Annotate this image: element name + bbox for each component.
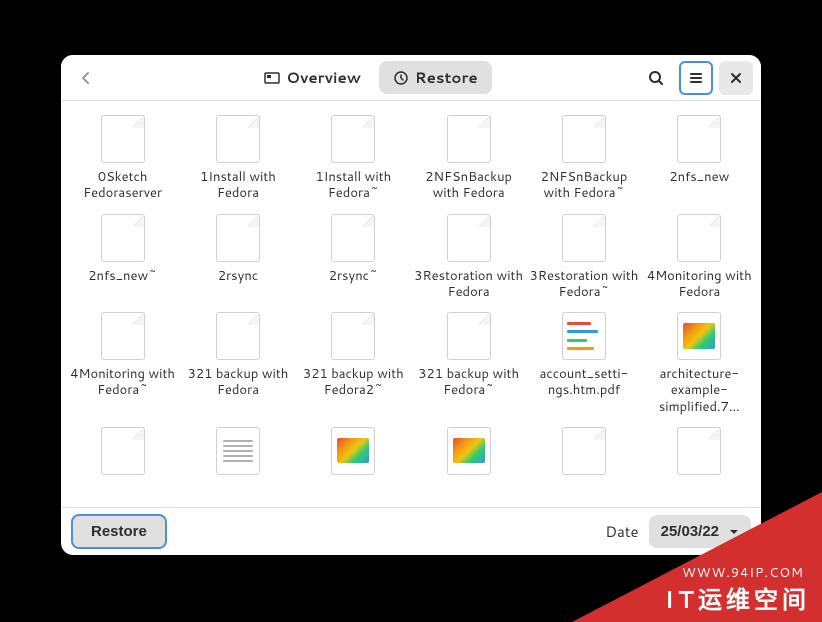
generic-file-icon [447, 214, 491, 262]
file-label: 0Sketch Fedoraserver [68, 169, 178, 202]
generic-file-icon [101, 427, 145, 475]
close-icon [730, 72, 742, 84]
file-label: 321 backup with Fedora [183, 366, 293, 399]
generic-file-icon [216, 115, 260, 163]
generic-file-icon [562, 115, 606, 163]
file-label: 4Monitoring with Fedora~ [68, 366, 178, 399]
back-button[interactable] [69, 61, 103, 95]
generic-file-icon [447, 312, 491, 360]
file-item[interactable] [296, 423, 411, 485]
file-label: 3Restoration with Fedora [414, 268, 524, 301]
restore-button[interactable]: Restore [71, 514, 167, 549]
file-item[interactable] [411, 423, 526, 485]
menu-button[interactable] [679, 61, 713, 95]
file-item[interactable]: 4Monitoring with Fedora~ [65, 308, 180, 419]
generic-file-icon [331, 115, 375, 163]
generic-file-icon [331, 214, 375, 262]
file-label: 2nfs_new [669, 169, 729, 185]
generic-file-icon [447, 115, 491, 163]
file-item[interactable]: 4Monitoring with Fedora [642, 210, 757, 305]
pdf-file-icon [562, 312, 606, 360]
date-value: 25/03/22 [661, 523, 719, 540]
generic-file-icon [101, 115, 145, 163]
watermark-title: IT运维空间 [664, 580, 810, 616]
generic-file-icon [677, 214, 721, 262]
generic-file-icon [562, 214, 606, 262]
view-tabs: Overview Restore [250, 61, 491, 94]
file-label: architecture-example-simplified.7… [644, 366, 754, 415]
tab-restore-label: Restore [415, 67, 478, 88]
file-item[interactable]: 1Install with Fedora~ [296, 111, 411, 206]
file-item[interactable]: 2nfs_new [642, 111, 757, 206]
file-item[interactable]: 1Install with Fedora [180, 111, 295, 206]
generic-file-icon [562, 427, 606, 475]
file-label: account_setti-ngs.htm.pdf [529, 366, 639, 399]
chevron-down-icon [729, 529, 739, 535]
text-file-icon [216, 427, 260, 475]
file-item[interactable] [642, 423, 757, 485]
generic-file-icon [331, 312, 375, 360]
file-label: 3Restoration with Fedora~ [529, 268, 639, 301]
file-label: 2rsync~ [329, 268, 378, 284]
generic-file-icon [216, 214, 260, 262]
search-icon [648, 70, 664, 86]
image-file-icon [331, 427, 375, 475]
file-item[interactable]: 3Restoration with Fedora [411, 210, 526, 305]
file-label: 2NFSnBackup with Fedora~ [529, 169, 639, 202]
file-item[interactable]: 2NFSnBackup with Fedora~ [526, 111, 641, 206]
file-label: 321 backup with Fedora~ [414, 366, 524, 399]
restore-icon [393, 70, 409, 86]
file-item[interactable] [65, 423, 180, 485]
tab-overview[interactable]: Overview [250, 61, 375, 94]
tab-overview-label: Overview [286, 67, 361, 88]
file-item[interactable]: account_setti-ngs.htm.pdf [526, 308, 641, 419]
file-label: 1Install with Fedora~ [298, 169, 408, 202]
bottombar: Restore Date 25/03/22 [61, 507, 761, 555]
generic-file-icon [216, 312, 260, 360]
file-item[interactable]: 2NFSnBackup with Fedora [411, 111, 526, 206]
date-picker[interactable]: 25/03/22 [649, 515, 751, 548]
file-item[interactable]: 2rsync~ [296, 210, 411, 305]
backup-restore-window: Overview Restore [61, 55, 761, 555]
file-grid[interactable]: 0Sketch Fedoraserver1Install with Fedora… [61, 101, 761, 507]
search-button[interactable] [639, 61, 673, 95]
generic-file-icon [101, 214, 145, 262]
generic-file-icon [677, 427, 721, 475]
file-item[interactable]: 2nfs_new~ [65, 210, 180, 305]
tab-restore[interactable]: Restore [379, 61, 492, 94]
overview-icon [264, 70, 280, 86]
file-item[interactable]: 321 backup with Fedora2~ [296, 308, 411, 419]
file-item[interactable]: 0Sketch Fedoraserver [65, 111, 180, 206]
generic-file-icon [677, 115, 721, 163]
file-item[interactable] [526, 423, 641, 485]
file-item[interactable]: 321 backup with Fedora [180, 308, 295, 419]
file-item[interactable]: 2rsync [180, 210, 295, 305]
titlebar: Overview Restore [61, 55, 761, 101]
file-item[interactable]: architecture-example-simplified.7… [642, 308, 757, 419]
file-label: 4Monitoring with Fedora [644, 268, 754, 301]
titlebar-actions [639, 61, 753, 95]
generic-file-icon [101, 312, 145, 360]
image-file-icon [447, 427, 491, 475]
file-item[interactable] [180, 423, 295, 485]
hamburger-icon [688, 70, 704, 86]
file-item[interactable]: 3Restoration with Fedora~ [526, 210, 641, 305]
file-label: 2nfs_new~ [88, 268, 157, 284]
file-label: 2NFSnBackup with Fedora [414, 169, 524, 202]
image-file-icon [677, 312, 721, 360]
file-item[interactable]: 321 backup with Fedora~ [411, 308, 526, 419]
chevron-left-icon [79, 71, 93, 85]
close-button[interactable] [719, 61, 753, 95]
watermark-url: WWW.94IP.COM [682, 564, 804, 582]
file-label: 321 backup with Fedora2~ [298, 366, 408, 399]
date-label: Date [605, 521, 638, 542]
file-label: 1Install with Fedora [183, 169, 293, 202]
file-label: 2rsync [218, 268, 258, 284]
